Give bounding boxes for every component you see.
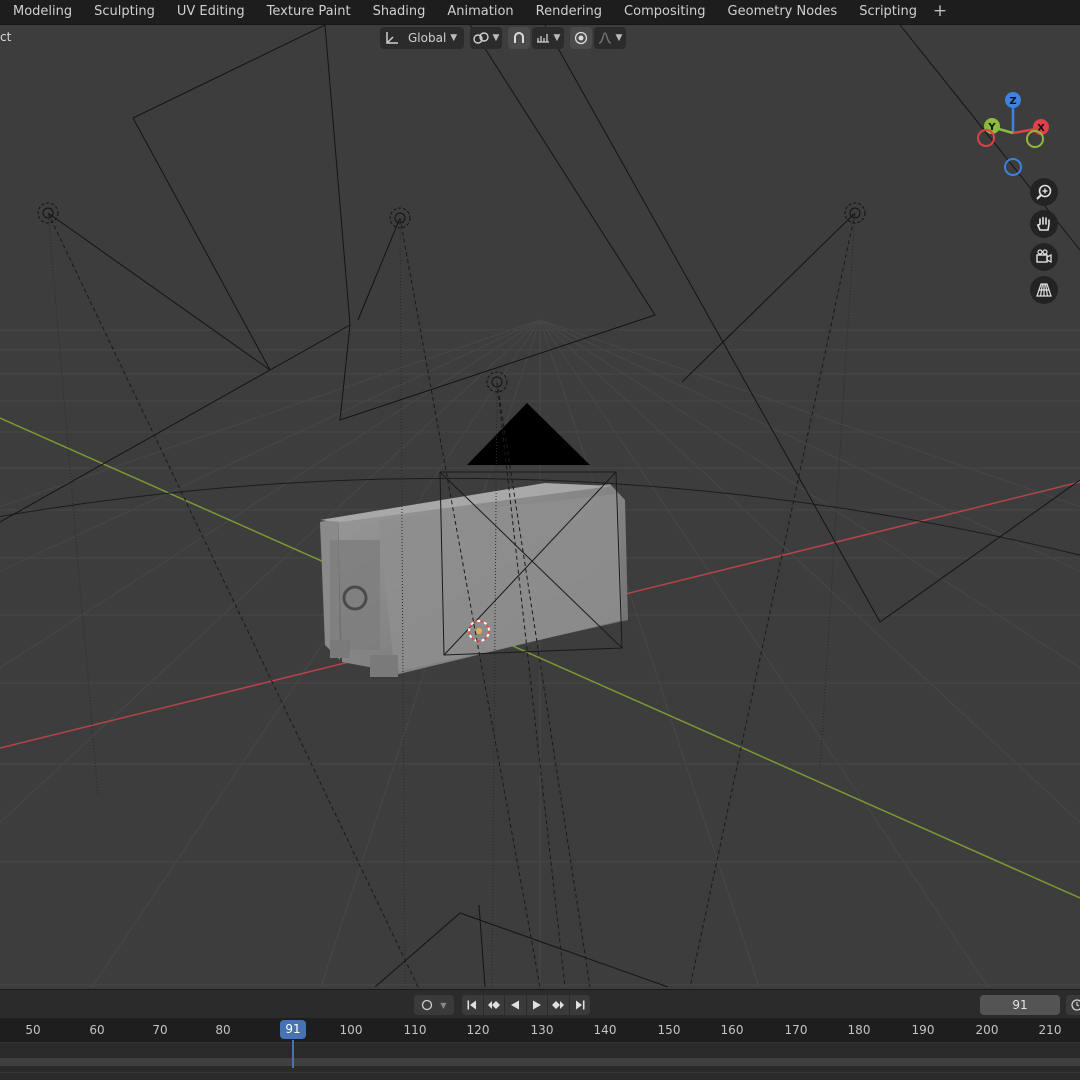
prev-keyframe-button[interactable] <box>483 995 504 1015</box>
frame-tick-label: 70 <box>152 1023 168 1037</box>
play-button[interactable] <box>526 995 547 1015</box>
zoom-icon <box>1036 184 1052 200</box>
proportional-editing-icon <box>574 31 588 45</box>
play-icon <box>532 1000 541 1010</box>
chevron-down-icon: ▼ <box>615 33 623 43</box>
timeline-header: ▼ 91 <box>0 989 1080 1018</box>
frame-tick-label: 180 <box>847 1023 871 1037</box>
play-reverse-button[interactable] <box>505 995 526 1015</box>
tab-uv-editing[interactable]: UV Editing <box>166 0 256 25</box>
frame-tick-label: 190 <box>911 1023 935 1037</box>
timeline-scrollbar[interactable] <box>0 1058 1080 1066</box>
camera-view-icon <box>1036 249 1052 264</box>
transform-orientation-dropdown[interactable]: Global ▼ <box>380 27 464 49</box>
clock-icon <box>1071 999 1080 1011</box>
workspace-tab-bar: Modeling Sculpting UV Editing Texture Pa… <box>0 0 1080 25</box>
magnet-icon <box>514 32 524 43</box>
frame-tick-label: 160 <box>720 1023 744 1037</box>
playhead-frame-label[interactable]: 91 <box>280 1020 306 1039</box>
jump-start-icon <box>467 1000 477 1010</box>
tab-sculpting[interactable]: Sculpting <box>83 0 166 25</box>
neg-y-axis-handle <box>1026 130 1044 148</box>
playback-controls <box>462 995 590 1015</box>
frame-tick-label: 60 <box>89 1023 105 1037</box>
neg-z-axis-handle <box>1004 158 1022 176</box>
pan-hand-icon <box>1036 216 1050 231</box>
snap-increment-icon <box>536 34 549 43</box>
timeline-ruler[interactable]: 50 60 70 80 100 110 120 130 140 150 160 … <box>0 1018 1080 1042</box>
tab-texture-paint[interactable]: Texture Paint <box>256 0 362 25</box>
frame-tick-label: 170 <box>784 1023 808 1037</box>
playhead-line[interactable] <box>292 1040 294 1068</box>
chevron-down-icon: ▼ <box>450 33 458 43</box>
play-reverse-icon <box>511 1000 520 1010</box>
track-divider <box>0 1072 1080 1073</box>
treasure-chest-model <box>320 483 628 677</box>
camera-up-triangle <box>467 403 590 465</box>
object-mode-label[interactable]: ct <box>0 30 11 44</box>
tab-scripting[interactable]: Scripting <box>848 0 928 25</box>
add-workspace-button[interactable]: + <box>928 0 952 25</box>
chevron-down-icon: ▼ <box>492 33 500 43</box>
orientation-label: Global <box>408 31 447 45</box>
frame-tick-label: 100 <box>339 1023 363 1037</box>
frame-tick-label: 120 <box>466 1023 490 1037</box>
tab-animation[interactable]: Animation <box>436 0 524 25</box>
prev-keyframe-icon <box>487 1001 500 1009</box>
next-keyframe-icon <box>552 1001 565 1009</box>
perspective-toggle-button[interactable] <box>1030 276 1058 304</box>
proportional-editing-toggle[interactable] <box>570 27 592 49</box>
perspective-grid-icon <box>1036 283 1052 297</box>
tab-compositing[interactable]: Compositing <box>613 0 717 25</box>
zoom-button[interactable] <box>1030 178 1058 206</box>
frame-tick-label: 210 <box>1038 1023 1062 1037</box>
frame-tick-label: 110 <box>403 1023 427 1037</box>
tab-shading[interactable]: Shading <box>362 0 437 25</box>
timeline-tracks[interactable] <box>0 1042 1080 1080</box>
neg-x-axis-handle <box>977 129 995 147</box>
proportional-falloff-dropdown[interactable]: ▼ <box>594 27 626 49</box>
viewport-scene <box>0 25 1080 987</box>
frame-tick-label: 130 <box>530 1023 554 1037</box>
next-keyframe-button[interactable] <box>548 995 569 1015</box>
auto-keying-dropdown[interactable]: ▼ <box>414 995 454 1015</box>
pivot-point-dropdown[interactable]: ▼ <box>470 27 502 49</box>
chevron-down-icon: ▼ <box>440 1000 447 1010</box>
record-icon <box>422 999 433 1011</box>
camera-view-button[interactable] <box>1030 243 1058 271</box>
current-frame-field[interactable]: 91 <box>980 995 1060 1015</box>
3d-viewport[interactable]: ct Global ▼ ▼ ▼ ▼ Z X Y <box>0 25 1080 987</box>
frame-tick-label: 150 <box>657 1023 681 1037</box>
navigation-gizmo[interactable]: Z X Y <box>970 87 1060 187</box>
chevron-down-icon: ▼ <box>553 33 561 43</box>
frame-tick-label: 140 <box>593 1023 617 1037</box>
light-emitters <box>37 202 866 393</box>
orientation-axes-icon <box>386 32 398 44</box>
z-axis-label: Z <box>1009 96 1016 107</box>
playback-options-button[interactable] <box>1066 995 1080 1015</box>
snap-target-dropdown[interactable]: ▼ <box>532 27 564 49</box>
jump-to-start-button[interactable] <box>462 995 483 1015</box>
falloff-curve-icon <box>598 32 611 44</box>
frame-tick-label: 80 <box>215 1023 231 1037</box>
frame-tick-label: 200 <box>975 1023 999 1037</box>
pivot-linked-icon <box>472 32 489 44</box>
tab-modeling[interactable]: Modeling <box>0 0 83 25</box>
track-divider <box>0 1042 1080 1043</box>
tab-geometry-nodes[interactable]: Geometry Nodes <box>717 0 849 25</box>
pan-button[interactable] <box>1030 210 1058 238</box>
snap-toggle[interactable] <box>508 27 530 49</box>
jump-end-icon <box>575 1000 585 1010</box>
jump-to-end-button[interactable] <box>569 995 590 1015</box>
viewport-header: ct Global ▼ ▼ ▼ ▼ <box>0 25 1080 51</box>
frame-tick-label: 50 <box>25 1023 41 1037</box>
tab-rendering[interactable]: Rendering <box>525 0 613 25</box>
